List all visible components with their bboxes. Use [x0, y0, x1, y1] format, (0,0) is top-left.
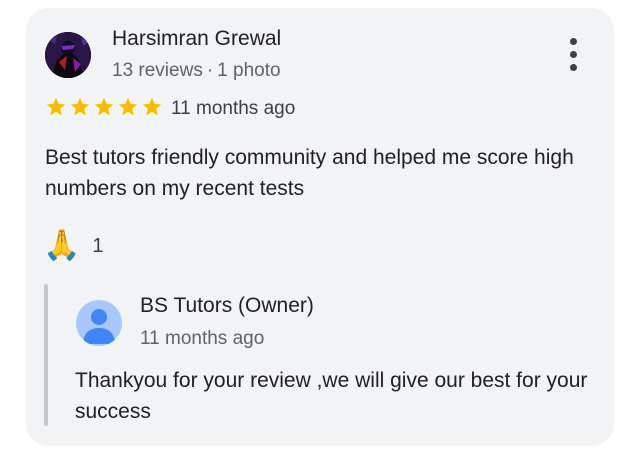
- meta-separator: ·: [206, 60, 214, 81]
- star-icon: [142, 97, 162, 116]
- review-time: 11 months ago: [171, 98, 296, 119]
- review-text: Best tutors friendly community and helpe…: [45, 146, 574, 200]
- reviews-count: 13 reviews: [112, 60, 203, 81]
- more-vert-icon[interactable]: [564, 38, 584, 72]
- person-icon: [76, 300, 122, 346]
- owner-reply-time: 11 months ago: [140, 328, 265, 349]
- author-avatar[interactable]: [45, 32, 91, 78]
- star-icon: [94, 97, 114, 116]
- reaction-count: 1: [92, 234, 104, 257]
- star-icon: [118, 97, 138, 116]
- author-name[interactable]: Harsimran Grewal: [112, 27, 281, 51]
- review-card: Harsimran Grewal 13 reviews · 1 photo 11 m…: [26, 8, 614, 446]
- owner-reply-text: Thankyou for your review ,we will give o…: [75, 369, 588, 423]
- author-meta: 13 reviews · 1 photo: [112, 60, 281, 82]
- star-rating: [45, 96, 163, 120]
- reply-divider: [44, 284, 48, 426]
- owner-name: BS Tutors (Owner): [140, 294, 314, 317]
- reaction-button[interactable]: 🙏 1: [43, 228, 103, 264]
- photos-count: 1 photo: [217, 60, 281, 81]
- pray-icon: 🙏: [43, 229, 81, 262]
- star-icon: [70, 97, 90, 116]
- star-icon: [46, 97, 66, 116]
